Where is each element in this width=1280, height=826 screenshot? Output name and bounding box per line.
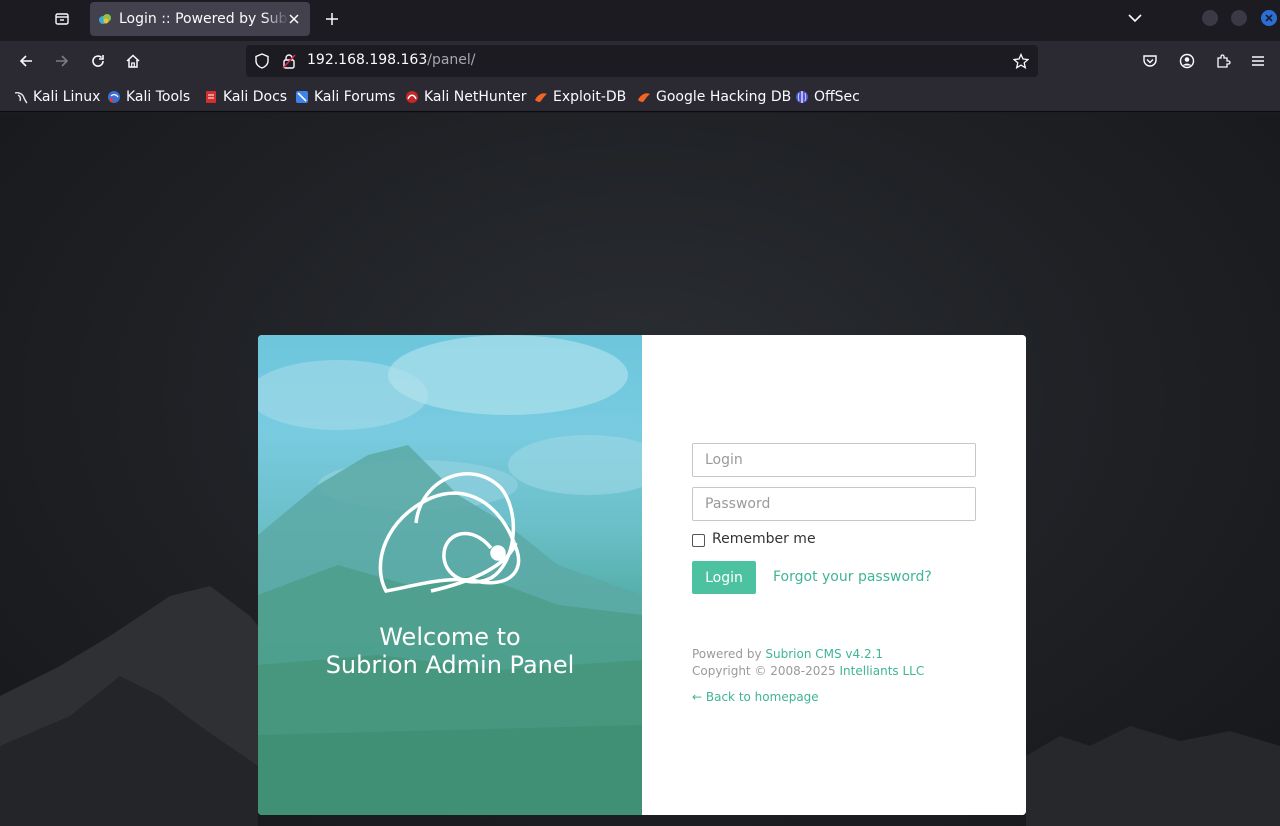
shield-icon[interactable] (254, 53, 270, 69)
intelliants-link[interactable]: Intelliants LLC (840, 664, 925, 678)
ghdb-icon (637, 90, 651, 104)
chevron-down-icon[interactable] (1124, 7, 1146, 29)
kali-forums-icon (295, 90, 309, 104)
password-input[interactable] (692, 487, 976, 521)
new-tab-icon[interactable] (320, 7, 344, 31)
login-button[interactable]: Login (692, 561, 756, 594)
account-icon[interactable] (1175, 49, 1199, 73)
remember-me-label: Remember me (712, 531, 816, 547)
page-viewport: Welcome to Subrion Admin Panel Remember … (0, 113, 1280, 826)
welcome-line1: Welcome to (379, 623, 521, 651)
forward-arrow-icon[interactable] (50, 49, 74, 73)
minimize-window-button[interactable] (1202, 10, 1218, 26)
url-text[interactable]: 192.168.198.163/panel/ (307, 52, 476, 68)
bookmark-label: Kali Linux (33, 89, 101, 105)
welcome-heading: Welcome to Subrion Admin Panel (258, 623, 642, 679)
bookmark-exploit-db[interactable]: Exploit-DB (534, 88, 626, 106)
login-form-panel: Remember me Login Forgot your password? … (642, 335, 1026, 815)
bookmark-google-hacking-db[interactable]: Google Hacking DB (637, 88, 791, 106)
welcome-panel: Welcome to Subrion Admin Panel (258, 335, 642, 815)
insecure-lock-icon[interactable] (281, 53, 297, 69)
kali-docs-icon (204, 90, 218, 104)
login-card: Welcome to Subrion Admin Panel Remember … (258, 335, 1026, 815)
kali-nethunter-icon (405, 90, 419, 104)
back-arrow-icon[interactable] (14, 49, 38, 73)
bookmark-label: Kali Tools (126, 89, 191, 105)
bookmark-kali-docs[interactable]: Kali Docs (204, 88, 287, 106)
tab-bar: Login :: Powered by Subrion (0, 0, 1280, 41)
tab-title: Login :: Powered by Subrion (119, 11, 289, 27)
url-path: /panel/ (427, 52, 476, 68)
bookmark-label: Kali Docs (223, 89, 288, 105)
copyright-prefix: Copyright © 2008-2025 (692, 664, 840, 678)
powered-by-text: Powered by Subrion CMS v4.2.1 Copyright … (692, 646, 924, 680)
bookmarks-toolbar: Kali Linux Kali Tools Kali Docs Kali For… (0, 82, 1280, 112)
subrion-favicon-icon (99, 14, 111, 24)
menu-hamburger-icon[interactable] (1246, 49, 1270, 73)
navigation-toolbar: 192.168.198.163/panel/ (0, 41, 1280, 82)
url-bar[interactable]: 192.168.198.163/panel/ (246, 45, 1038, 77)
kali-tools-icon (107, 90, 121, 104)
bookmark-kali-nethunter[interactable]: Kali NetHunter (405, 88, 526, 106)
home-icon[interactable] (121, 49, 145, 73)
bookmark-label: Google Hacking DB (656, 89, 792, 105)
pocket-icon[interactable] (1138, 49, 1162, 73)
bookmark-offsec[interactable]: OffSec (795, 88, 860, 106)
powered-prefix: Powered by (692, 647, 766, 661)
close-tab-icon[interactable] (286, 11, 302, 27)
login-input[interactable] (692, 443, 976, 477)
extensions-icon[interactable] (1211, 49, 1235, 73)
reload-icon[interactable] (86, 49, 110, 73)
bookmark-kali-tools[interactable]: Kali Tools (107, 88, 190, 106)
bookmark-label: Exploit-DB (553, 89, 627, 105)
url-host: 192.168.198.163 (307, 52, 428, 68)
bookmark-star-icon[interactable] (1013, 53, 1029, 69)
forgot-password-link[interactable]: Forgot your password? (773, 569, 932, 585)
subrion-cms-link[interactable]: Subrion CMS v4.2.1 (765, 647, 883, 661)
maximize-window-button[interactable] (1231, 10, 1247, 26)
offsec-icon (795, 90, 809, 104)
tab-list-icon[interactable] (50, 7, 74, 31)
remember-me-row[interactable]: Remember me (692, 531, 816, 547)
bookmark-label: OffSec (814, 89, 860, 105)
remember-me-checkbox[interactable] (692, 533, 705, 547)
bookmark-kali-forums[interactable]: Kali Forums (295, 88, 395, 106)
welcome-line2: Subrion Admin Panel (325, 651, 575, 679)
back-to-homepage-link[interactable]: ← Back to homepage (692, 690, 819, 704)
bookmark-label: Kali Forums (314, 89, 396, 105)
tab-active[interactable]: Login :: Powered by Subrion (90, 2, 310, 36)
kali-dragon-icon (14, 90, 28, 104)
exploit-db-icon (534, 90, 548, 104)
bookmark-label: Kali NetHunter (424, 89, 527, 105)
bookmark-kali-linux[interactable]: Kali Linux (14, 88, 100, 106)
subrion-logo-icon (378, 471, 521, 593)
close-window-button[interactable] (1261, 10, 1277, 26)
